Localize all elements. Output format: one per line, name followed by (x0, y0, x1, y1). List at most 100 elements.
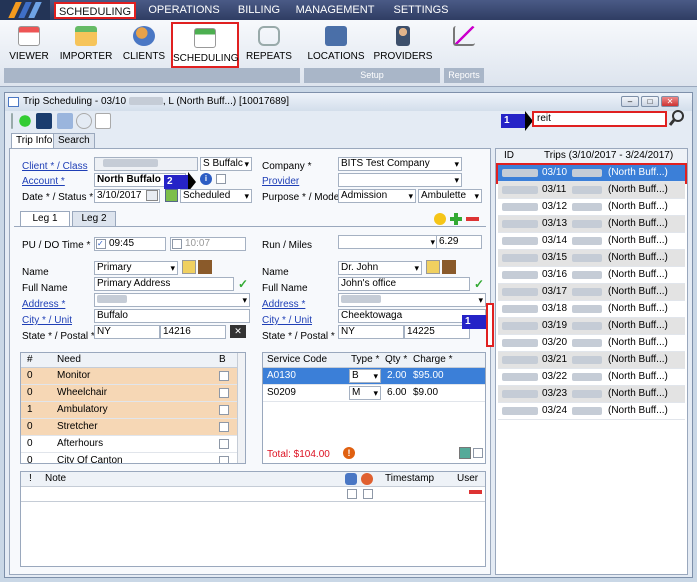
service-row[interactable]: S0209 M 6.00 $9.00 (263, 385, 485, 402)
smiley-icon[interactable] (434, 213, 446, 225)
locations-button[interactable]: LOCATIONS (306, 22, 366, 74)
add-leg-icon[interactable] (450, 213, 462, 225)
account-checkbox[interactable] (216, 174, 226, 184)
pu-address-label[interactable]: Address * (22, 299, 65, 310)
client-field[interactable] (94, 157, 198, 171)
remove-note-icon[interactable] (469, 490, 482, 494)
address-book-icon[interactable] (182, 260, 196, 274)
service-row[interactable]: A0130 B 2.00 $95.00 (263, 368, 485, 385)
trip-row[interactable]: 03/12 (North Buff...) (498, 199, 685, 216)
reports-button[interactable] (446, 22, 482, 74)
service-checkbox[interactable] (473, 448, 483, 458)
need-checkbox[interactable] (219, 371, 229, 381)
need-checkbox[interactable] (219, 405, 229, 415)
nav-tab-billing[interactable]: BILLING (230, 2, 288, 19)
service-type-select[interactable]: B (349, 369, 381, 383)
splitter-handle[interactable] (486, 303, 494, 347)
tab-leg-2[interactable]: Leg 2 (72, 211, 116, 226)
scheduling-button[interactable]: SCHEDULING (171, 22, 239, 68)
document-icon[interactable] (57, 113, 73, 129)
trip-row[interactable]: 03/14 (North Buff...) (498, 233, 685, 250)
nav-tab-operations[interactable]: OPERATIONS (143, 2, 225, 19)
need-row[interactable]: 1 Ambulatory (21, 402, 237, 419)
trip-row[interactable]: 03/24 (North Buff...) (498, 403, 685, 420)
do-full-name-field[interactable]: John's office (338, 277, 470, 291)
importer-button[interactable]: IMPORTER (58, 22, 114, 74)
remove-leg-icon[interactable] (466, 217, 479, 221)
minimize-icon[interactable]: – (621, 96, 639, 107)
do-state-field[interactable]: NY (338, 325, 404, 339)
dropoff-time-checkbox[interactable] (172, 239, 182, 249)
search-icon[interactable] (668, 109, 685, 127)
providers-button[interactable]: PROVIDERS (372, 22, 434, 74)
need-row[interactable]: 0 Afterhours (21, 436, 237, 453)
calendar-picker-icon[interactable] (146, 190, 158, 201)
clear-address-icon[interactable]: ✕ (230, 325, 246, 338)
run-select[interactable] (338, 235, 438, 249)
trip-row[interactable]: 03/19 (North Buff...) (498, 318, 685, 335)
edit-address-icon[interactable] (442, 260, 456, 274)
do-address-select[interactable] (338, 293, 486, 307)
trip-row[interactable]: 03/10 (North Buff...) (496, 163, 687, 184)
nav-tab-scheduling[interactable]: SCHEDULING (54, 2, 136, 19)
clients-button[interactable]: CLIENTS (120, 22, 168, 74)
need-row[interactable]: 0 Monitor (21, 368, 237, 385)
nav-tab-management[interactable]: MANAGEMENT (292, 2, 378, 19)
edit-address-icon[interactable] (198, 260, 212, 274)
pu-name-select[interactable]: Primary (94, 261, 178, 275)
pu-city-label[interactable]: City * / Unit (22, 315, 72, 326)
company-select[interactable]: BITS Test Company (338, 157, 462, 171)
info-icon[interactable]: i (200, 173, 212, 185)
pickup-time-checkbox[interactable]: ✓ (96, 239, 106, 249)
pu-postal-field[interactable]: 14216 (160, 325, 226, 339)
notes-filter-checkbox-1[interactable] (347, 489, 357, 499)
repeats-button[interactable]: REPEATS (244, 22, 294, 74)
trip-row[interactable]: 03/17 (North Buff...) (498, 284, 685, 301)
trip-row[interactable]: 03/16 (North Buff...) (498, 267, 685, 284)
trip-row[interactable]: 03/20 (North Buff...) (498, 335, 685, 352)
do-name-select[interactable]: Dr. John (338, 261, 422, 275)
tab-leg-1[interactable]: Leg 1 (20, 211, 70, 226)
need-checkbox[interactable] (219, 456, 229, 463)
do-address-label[interactable]: Address * (262, 299, 305, 310)
need-row[interactable]: 0 City Of Canton (21, 453, 237, 463)
notes-filter-checkbox-2[interactable] (363, 489, 373, 499)
attach-icon[interactable] (76, 113, 92, 129)
need-row[interactable]: 0 Wheelchair (21, 385, 237, 402)
client-class-label[interactable]: Client * / Class (22, 161, 88, 172)
pu-full-name-field[interactable]: Primary Address (94, 277, 234, 291)
provider-select[interactable] (338, 173, 462, 187)
pu-state-field[interactable]: NY (94, 325, 160, 339)
status-select[interactable]: Scheduled (180, 189, 252, 203)
trip-row[interactable]: 03/11 (North Buff...) (498, 182, 685, 199)
trip-row[interactable]: 03/18 (North Buff...) (498, 301, 685, 318)
trip-row[interactable]: 03/23 (North Buff...) (498, 386, 685, 403)
needs-scrollbar[interactable] (237, 353, 245, 463)
address-book-icon[interactable] (426, 260, 440, 274)
save-icon[interactable] (36, 113, 52, 129)
do-city-label[interactable]: City * / Unit (262, 315, 312, 326)
account-label[interactable]: Account * (22, 176, 65, 187)
tab-search[interactable]: Search (53, 133, 95, 148)
nav-tab-settings[interactable]: SETTINGS (386, 2, 456, 19)
trip-row[interactable]: 03/15 (North Buff...) (498, 250, 685, 267)
trip-row[interactable]: 03/22 (North Buff...) (498, 369, 685, 386)
class-select[interactable]: S Buffalc (200, 157, 252, 171)
provider-label[interactable]: Provider (262, 176, 299, 187)
need-checkbox[interactable] (219, 422, 229, 432)
miles-field[interactable]: 6.29 (436, 235, 482, 249)
calculator-icon[interactable] (459, 447, 471, 459)
need-checkbox[interactable] (219, 388, 229, 398)
blank-page-icon[interactable] (95, 113, 111, 129)
purpose-select[interactable]: Admission (338, 189, 416, 203)
need-row[interactable]: 0 Stretcher (21, 419, 237, 436)
add-icon[interactable] (17, 113, 33, 129)
need-checkbox[interactable] (219, 439, 229, 449)
maximize-icon[interactable]: □ (641, 96, 659, 107)
service-type-select[interactable]: M (349, 386, 381, 400)
search-input[interactable]: reit (532, 111, 667, 127)
mode-select[interactable]: Ambulette (418, 189, 482, 203)
pu-city-field[interactable]: Buffalo (94, 309, 250, 323)
close-icon[interactable]: ✕ (661, 96, 679, 107)
do-postal-field[interactable]: 14225 (404, 325, 470, 339)
